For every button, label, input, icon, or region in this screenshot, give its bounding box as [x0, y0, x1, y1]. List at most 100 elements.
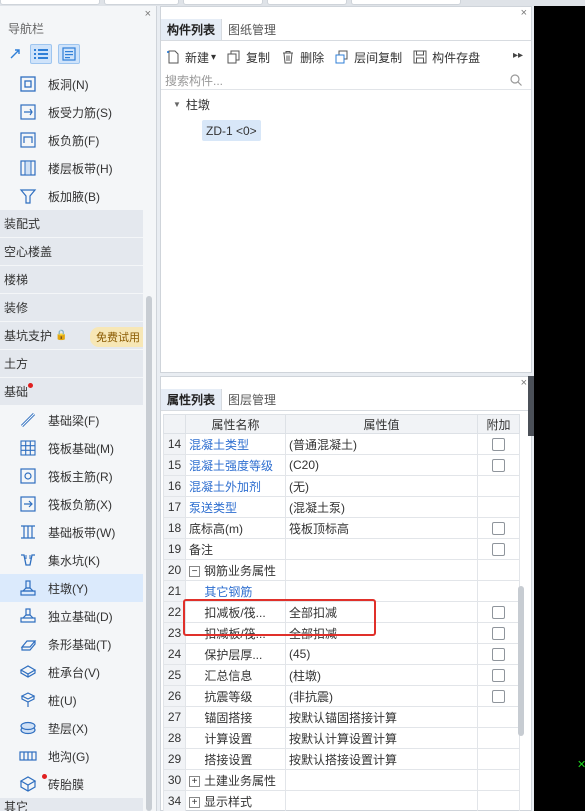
close-icon[interactable]: ×: [521, 377, 527, 389]
property-name[interactable]: 搭接设置: [185, 748, 286, 770]
table-row[interactable]: 25 汇总信息 (柱墩): [163, 664, 520, 686]
tab-layer-management[interactable]: 图层管理: [222, 389, 282, 410]
table-row[interactable]: 16 混凝土外加剂 (无): [163, 475, 520, 497]
nav-item-foundation-strip[interactable]: 基础板带(W): [0, 518, 143, 546]
table-row[interactable]: 26 抗震等级 (非抗震): [163, 685, 520, 707]
nav-item-raft-main-rebar[interactable]: 筏板主筋(R): [0, 462, 143, 490]
table-row[interactable]: 29 搭接设置 按默认搭接设置计算: [163, 748, 520, 770]
property-name[interactable]: + 土建业务属性: [185, 769, 286, 791]
nav-category-hollow-floor[interactable]: 空心楼盖: [0, 238, 143, 266]
expand-icon[interactable]: +: [189, 796, 200, 808]
nav-category-stairs[interactable]: 楼梯: [0, 266, 143, 294]
attach-checkbox[interactable]: [492, 690, 505, 704]
table-row[interactable]: 27 锚固搭接 按默认锚固搭接计算: [163, 706, 520, 728]
nav-category-foundation[interactable]: 基础: [0, 378, 143, 406]
table-row[interactable]: 18 底标高(m) 筏板顶标高: [163, 517, 520, 539]
list-view-icon[interactable]: [30, 44, 52, 64]
nav-item-trench[interactable]: 地沟(G): [0, 742, 143, 770]
free-trial-badge[interactable]: 免费试用: [90, 327, 143, 347]
property-value[interactable]: (普通混凝土): [285, 433, 478, 455]
attach-checkbox[interactable]: [492, 459, 505, 473]
nav-item-cushion[interactable]: 垫层(X): [0, 714, 143, 742]
nav-scrollbar[interactable]: [146, 296, 152, 811]
detail-view-icon[interactable]: [58, 44, 80, 64]
table-row[interactable]: 17 泵送类型 (混凝土泵): [163, 496, 520, 518]
property-name[interactable]: + 显示样式: [185, 790, 286, 811]
more-tools-icon[interactable]: ▸▸: [513, 50, 523, 61]
property-value[interactable]: (C20): [285, 454, 478, 476]
property-value[interactable]: (无): [285, 475, 478, 497]
tree-root[interactable]: ▼ 柱墩: [161, 95, 531, 113]
nav-item-floor-strip[interactable]: 楼层板带(H): [0, 154, 143, 182]
nav-item-strip-footing[interactable]: 条形基础(T): [0, 630, 143, 658]
nav-item-isolated-footing[interactable]: 独立基础(D): [0, 602, 143, 630]
property-value[interactable]: (45): [285, 643, 478, 665]
top-tab[interactable]: [351, 0, 461, 5]
copy-button[interactable]: 复制: [226, 49, 270, 66]
nav-item-raft-negative-rebar[interactable]: 筏板负筋(X): [0, 490, 143, 518]
save-component-button[interactable]: 构件存盘: [412, 49, 480, 66]
property-scrollbar[interactable]: [518, 586, 524, 736]
property-value[interactable]: (柱墩): [285, 664, 478, 686]
top-tab[interactable]: [183, 0, 263, 5]
property-name[interactable]: 泵送类型: [185, 496, 286, 518]
nav-category-decoration[interactable]: 装修: [0, 294, 143, 322]
attach-checkbox[interactable]: [492, 669, 505, 683]
top-tab[interactable]: [104, 0, 179, 5]
attach-checkbox[interactable]: [492, 522, 505, 536]
nav-category-other[interactable]: 其它: [0, 798, 143, 811]
property-name[interactable]: 混凝土类型: [185, 433, 286, 455]
property-value[interactable]: 按默认锚固搭接计算: [285, 706, 478, 728]
attach-checkbox[interactable]: [492, 606, 505, 620]
property-value[interactable]: (混凝土泵): [285, 496, 478, 518]
tab-drawing-management[interactable]: 图纸管理: [222, 19, 282, 40]
property-value[interactable]: (非抗震): [285, 685, 478, 707]
property-name[interactable]: 抗震等级: [185, 685, 286, 707]
close-icon[interactable]: ×: [521, 7, 527, 19]
property-value[interactable]: [285, 790, 478, 811]
table-row[interactable]: 34 + 显示样式: [163, 790, 520, 811]
drawing-canvas[interactable]: ✕: [534, 6, 585, 811]
pin-icon[interactable]: [4, 44, 26, 64]
nav-item-foundation-beam[interactable]: 基础梁(F): [0, 406, 143, 434]
close-icon[interactable]: ×: [145, 8, 151, 20]
nav-item-slab-hole[interactable]: 板洞(N): [0, 70, 143, 98]
delete-button[interactable]: 删除: [280, 49, 324, 66]
property-name[interactable]: 计算设置: [185, 727, 286, 749]
nav-item-raft-foundation[interactable]: 筏板基础(M): [0, 434, 143, 462]
expand-icon[interactable]: +: [189, 775, 200, 787]
nav-item-sump-pit[interactable]: 集水坑(K): [0, 546, 143, 574]
nav-item-column-pier[interactable]: 柱墩(Y): [0, 574, 143, 602]
nav-item-pile[interactable]: 桩(U): [0, 686, 143, 714]
property-name[interactable]: 保护层厚...: [185, 643, 286, 665]
search-icon[interactable]: [509, 73, 523, 87]
top-tab[interactable]: [267, 0, 347, 5]
property-value[interactable]: [285, 538, 478, 560]
table-row[interactable]: 30 + 土建业务属性: [163, 769, 520, 791]
property-name[interactable]: 底标高(m): [185, 517, 286, 539]
table-row[interactable]: 15 混凝土强度等级 (C20): [163, 454, 520, 476]
tab-component-list[interactable]: 构件列表: [161, 19, 223, 40]
nav-item-slab-rebar[interactable]: 板受力筋(S): [0, 98, 143, 126]
expand-arrow-icon[interactable]: ▼: [173, 100, 181, 109]
property-name[interactable]: − 钢筋业务属性: [185, 559, 286, 581]
tree-node-zd1[interactable]: ZD-1 <0>: [202, 120, 261, 141]
attach-checkbox[interactable]: [492, 438, 505, 452]
table-row[interactable]: 28 计算设置 按默认计算设置计算: [163, 727, 520, 749]
property-name[interactable]: 汇总信息: [185, 664, 286, 686]
property-name[interactable]: 备注: [185, 538, 286, 560]
nav-category-foundation-support[interactable]: 基坑支护 🔒 免费试用: [0, 322, 143, 350]
property-name[interactable]: 混凝土外加剂: [185, 475, 286, 497]
collapse-icon[interactable]: −: [189, 565, 200, 577]
attach-checkbox[interactable]: [492, 627, 505, 641]
table-row[interactable]: 24 保护层厚... (45): [163, 643, 520, 665]
search-input[interactable]: 搜索构件...: [161, 71, 531, 90]
attach-checkbox[interactable]: [492, 543, 505, 557]
table-row[interactable]: 14 混凝土类型 (普通混凝土): [163, 433, 520, 455]
top-tab[interactable]: [0, 0, 100, 5]
nav-item-slab-negative-rebar[interactable]: 板负筋(F): [0, 126, 143, 154]
attach-checkbox[interactable]: [492, 648, 505, 662]
copy-between-floors-button[interactable]: 层间复制: [334, 49, 402, 66]
property-value[interactable]: [285, 769, 478, 791]
table-row[interactable]: 20− 钢筋业务属性: [163, 559, 520, 581]
